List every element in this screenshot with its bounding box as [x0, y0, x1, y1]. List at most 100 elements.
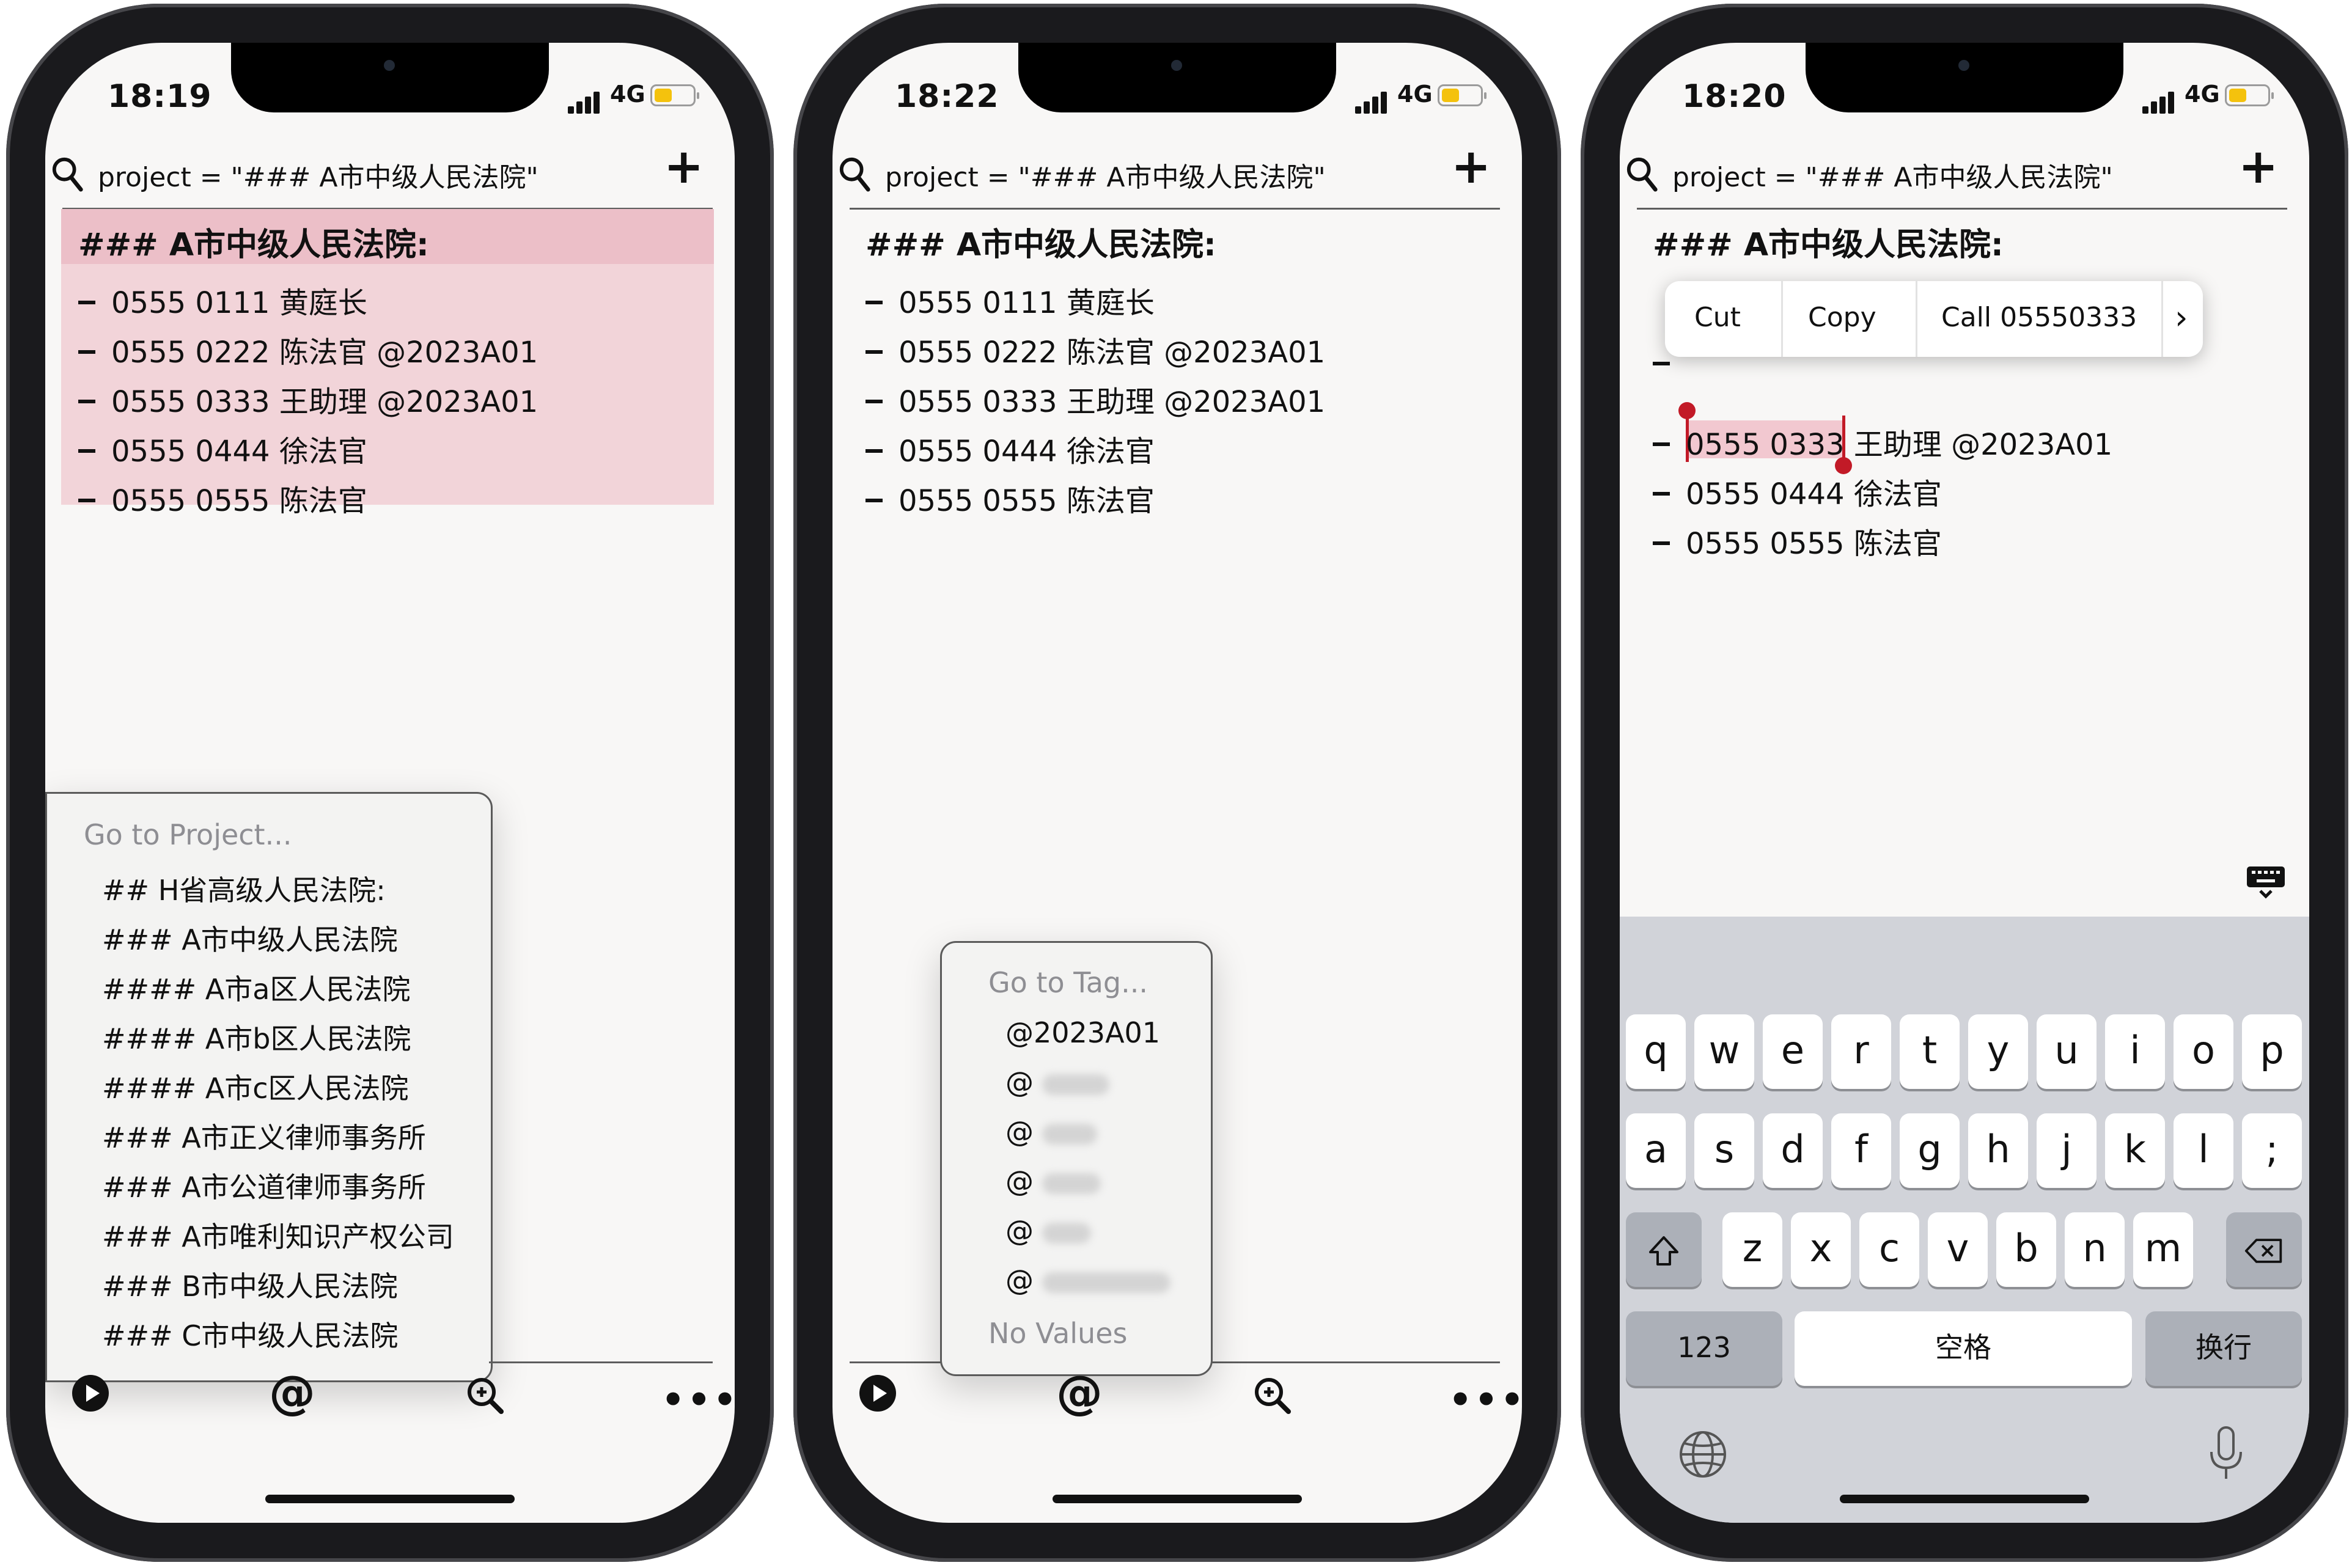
tag-option[interactable]: @2023A01 [1005, 1016, 1160, 1049]
chevron-right-icon[interactable]: › [2175, 298, 2188, 337]
phone-frame-2: 18:22 4G project = "### A市中级人民法院" + ### … [793, 4, 1561, 1562]
key-o[interactable]: o [2174, 1014, 2233, 1089]
key-i[interactable]: i [2105, 1014, 2165, 1089]
project-heading[interactable]: ### A市中级人民法院: [865, 219, 1216, 265]
list-item[interactable]: 0555 0444 徐法官 [78, 427, 538, 477]
home-indicator [1053, 1495, 1302, 1503]
key-p[interactable]: p [2242, 1014, 2302, 1089]
list-item[interactable]: 0555 0333 王助理 @2023A01 [1653, 420, 2112, 470]
project-option[interactable]: ### C市中级人民法院 [102, 1314, 398, 1354]
shift-icon [1649, 1236, 1678, 1266]
search-query[interactable]: project = "### A市中级人民法院" [1672, 155, 2113, 194]
key-m[interactable]: m [2133, 1212, 2193, 1287]
project-option[interactable]: #### A市b区人民法院 [102, 1017, 411, 1057]
project-option[interactable]: ### A市唯利知识产权公司 [102, 1215, 454, 1255]
key-n[interactable]: n [2065, 1212, 2125, 1287]
key-f[interactable]: f [1831, 1113, 1891, 1188]
space-key[interactable]: 空格 [1795, 1311, 2132, 1386]
tag-option[interactable]: @ [1005, 1115, 1097, 1148]
selection-knob-start[interactable] [1678, 402, 1696, 419]
zoom-icon[interactable] [465, 1375, 506, 1416]
more-icon[interactable]: ••• [1449, 1379, 1522, 1421]
key-t[interactable]: t [1900, 1014, 1960, 1089]
add-icon[interactable]: + [2238, 143, 2278, 191]
key-semicolon[interactable]: ; [2242, 1113, 2302, 1188]
key-k[interactable]: k [2105, 1113, 2165, 1188]
tag-option[interactable]: @ [1005, 1066, 1109, 1099]
menu-separator [1781, 281, 1783, 357]
shift-key[interactable] [1626, 1212, 1702, 1287]
call-button[interactable]: Call 05550333 [1941, 302, 2137, 333]
cut-button[interactable]: Cut [1694, 302, 1741, 333]
popup-placeholder[interactable]: Go to Tag... [988, 966, 1148, 999]
popup-placeholder[interactable]: Go to Project... [84, 818, 292, 851]
project-option[interactable]: ## H省高级人民法院: [102, 868, 386, 909]
tag-option[interactable]: @ [1005, 1264, 1170, 1297]
list-item[interactable]: 0555 0444 徐法官 [865, 427, 1325, 477]
list-item[interactable]: 0555 0555 陈法官 [1653, 519, 2112, 569]
list-item[interactable]: 0555 0333 王助理 @2023A01 [865, 378, 1325, 427]
list-item[interactable]: 0555 0555 陈法官 [78, 477, 538, 526]
list-item[interactable]: 0555 0111 黄庭长 [78, 279, 538, 328]
key-x[interactable]: x [1791, 1212, 1851, 1287]
search-icon[interactable] [837, 155, 873, 193]
copy-button[interactable]: Copy [1808, 302, 1876, 333]
key-z[interactable]: z [1722, 1212, 1782, 1287]
search-query[interactable]: project = "### A市中级人民法院" [885, 155, 1326, 194]
add-icon[interactable]: + [664, 143, 704, 191]
globe-icon[interactable] [1677, 1429, 1729, 1480]
list-item[interactable]: 0555 0555 陈法官 [865, 477, 1325, 526]
project-option[interactable]: #### A市a区人民法院 [102, 967, 410, 1008]
return-key[interactable]: 换行 [2145, 1311, 2302, 1386]
search-icon[interactable] [1625, 155, 1660, 193]
more-icon[interactable]: ••• [661, 1379, 735, 1421]
key-y[interactable]: y [1968, 1014, 2028, 1089]
key-l[interactable]: l [2174, 1113, 2233, 1188]
key-c[interactable]: c [1859, 1212, 1919, 1287]
tag-option[interactable]: @ [1005, 1214, 1091, 1247]
list-item[interactable]: 0555 0111 黄庭长 [865, 279, 1325, 328]
status-time: 18:19 [108, 78, 212, 115]
key-j[interactable]: j [2037, 1113, 2097, 1188]
key-h[interactable]: h [1968, 1113, 2028, 1188]
project-option[interactable]: ### A市公道律师事务所 [102, 1165, 426, 1206]
key-g[interactable]: g [1900, 1113, 1960, 1188]
tag-icon[interactable]: @ [269, 1365, 315, 1420]
menu-separator [2161, 281, 2163, 357]
tag-option[interactable]: @ [1005, 1165, 1101, 1198]
list-item[interactable]: 0555 0222 陈法官 @2023A01 [865, 328, 1325, 378]
selected-text[interactable]: 0555 0333 [1686, 428, 1845, 462]
key-b[interactable]: b [1996, 1212, 2056, 1287]
list-item[interactable]: 0555 0333 王助理 @2023A01 [78, 378, 538, 427]
key-e[interactable]: e [1763, 1014, 1823, 1089]
key-r[interactable]: r [1831, 1014, 1891, 1089]
key-s[interactable]: s [1694, 1113, 1754, 1188]
key-v[interactable]: v [1928, 1212, 1988, 1287]
project-option[interactable]: ### B市中级人民法院 [102, 1264, 398, 1305]
search-query[interactable]: project = "### A市中级人民法院" [98, 155, 538, 194]
network-label: 4G [2185, 81, 2220, 108]
play-icon[interactable] [859, 1375, 896, 1412]
key-a[interactable]: a [1626, 1113, 1686, 1188]
add-icon[interactable]: + [1451, 143, 1491, 191]
phone-frame-3: 18:20 4G project = "### A市中级人民法院" + ### … [1581, 4, 2348, 1562]
tag-icon[interactable]: @ [1056, 1365, 1103, 1420]
search-icon[interactable] [50, 155, 86, 193]
keyboard-dismiss-icon[interactable] [2244, 864, 2287, 899]
key-d[interactable]: d [1763, 1113, 1823, 1188]
project-heading[interactable]: ### A市中级人民法院: [1653, 219, 2004, 265]
key-w[interactable]: w [1694, 1014, 1754, 1089]
project-heading[interactable]: ### A市中级人民法院: [78, 219, 429, 265]
microphone-icon[interactable] [2207, 1425, 2246, 1482]
zoom-icon[interactable] [1252, 1375, 1293, 1416]
key-u[interactable]: u [2037, 1014, 2097, 1089]
list-item[interactable]: 0555 0222 陈法官 @2023A01 [78, 328, 538, 378]
key-q[interactable]: q [1626, 1014, 1686, 1089]
project-option[interactable]: ### A市中级人民法院 [102, 918, 398, 958]
backspace-key[interactable] [2226, 1212, 2302, 1287]
play-icon[interactable] [72, 1375, 109, 1412]
list-item[interactable]: 0555 0444 徐法官 [1653, 470, 2112, 519]
numbers-key[interactable]: 123 [1626, 1311, 1782, 1386]
project-option[interactable]: #### A市c区人民法院 [102, 1066, 409, 1107]
project-option[interactable]: ### A市正义律师事务所 [102, 1116, 426, 1156]
